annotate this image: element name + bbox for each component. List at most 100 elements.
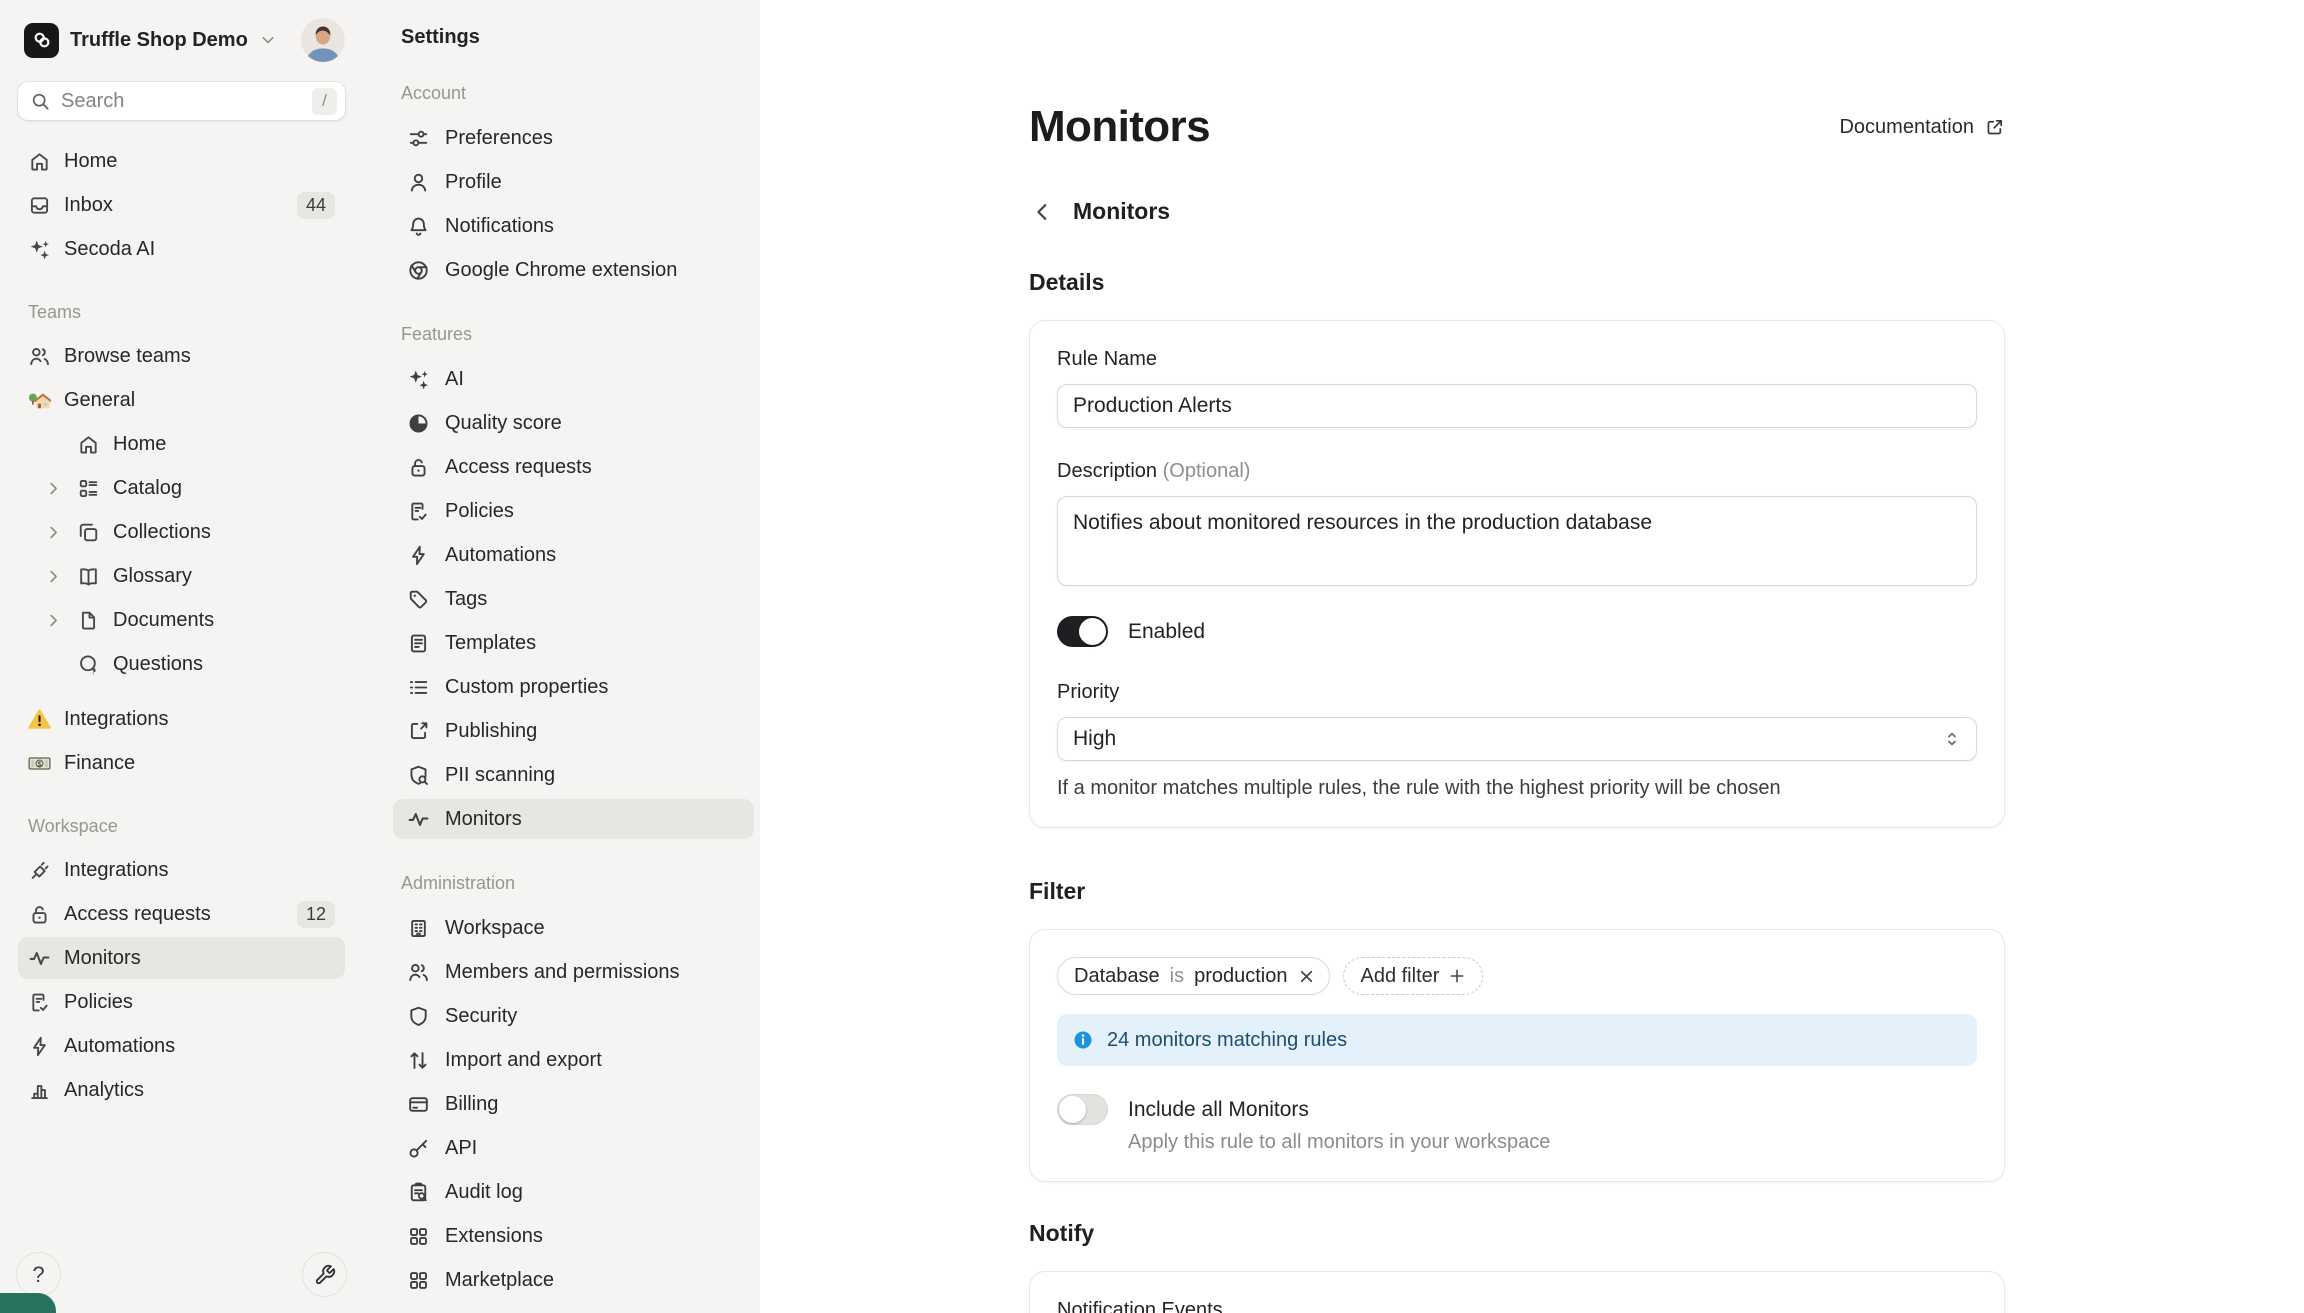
documentation-label: Documentation [1839, 116, 1974, 139]
sidebar-item[interactable]: Policies [18, 981, 345, 1023]
settings-nav-item[interactable]: Automations [393, 535, 754, 575]
item-icon [407, 720, 430, 743]
search-box[interactable]: / [18, 82, 345, 120]
settings-nav-item[interactable]: Policies [393, 491, 754, 531]
chevron-down-icon [259, 31, 277, 49]
back-button[interactable] [1029, 199, 1055, 225]
chevron-right-icon[interactable] [44, 523, 63, 542]
sidebar: Truffle Shop Demo / Home [0, 0, 363, 1313]
filter-chip[interactable]: Database is production [1057, 957, 1330, 995]
user-avatar[interactable] [301, 18, 345, 62]
settings-nav-item[interactable]: Marketplace [393, 1260, 754, 1300]
item-icon [407, 808, 430, 831]
remove-filter-button[interactable] [1297, 967, 1316, 986]
sidebar-item[interactable]: Inbox 44 [18, 184, 345, 226]
item-label: Finance [64, 752, 135, 775]
item-icon [407, 632, 430, 655]
workspace-switcher[interactable]: Truffle Shop Demo [0, 0, 363, 62]
app-root: Truffle Shop Demo / Home [0, 0, 2304, 1313]
settings-nav-item[interactable]: Members and permissions [393, 952, 754, 992]
sidebar-item[interactable]: Automations [18, 1025, 345, 1067]
description-textarea[interactable]: Notifies about monitored resources in th… [1057, 496, 1977, 586]
chat-widget-corner[interactable] [0, 1293, 56, 1313]
search-input[interactable] [61, 90, 302, 113]
sidebar-item[interactable]: Analytics [18, 1069, 345, 1111]
sidebar-item[interactable]: Browse teams [18, 335, 345, 377]
teams-section-label: Teams [28, 302, 345, 323]
rule-name-input[interactable] [1057, 384, 1977, 428]
chip-field: Database [1074, 965, 1160, 988]
item-icon [28, 194, 51, 217]
include-all-description: Apply this rule to all monitors in your … [1128, 1131, 1977, 1154]
sidebar-item[interactable]: Access requests 12 [18, 893, 345, 935]
help-button[interactable]: ? [16, 1252, 61, 1297]
sidebar-item[interactable]: Secoda AI [18, 228, 345, 270]
sidebar-item[interactable]: Integrations [18, 698, 345, 740]
sidebar-item[interactable]: Monitors [18, 937, 345, 979]
sidebar-item[interactable]: Catalog [18, 467, 345, 509]
item-icon [407, 917, 430, 940]
settings-nav-item[interactable]: Access requests [393, 447, 754, 487]
settings-nav-item[interactable]: Templates [393, 623, 754, 663]
item-icon [77, 477, 100, 500]
priority-hint: If a monitor matches multiple rules, the… [1057, 777, 1977, 800]
item-icon [28, 1035, 51, 1058]
enabled-toggle[interactable] [1057, 616, 1108, 647]
plus-icon [1448, 967, 1466, 985]
chevron-right-icon[interactable] [44, 567, 63, 586]
sidebar-item[interactable]: Home [18, 140, 345, 182]
priority-select[interactable]: High [1057, 717, 1977, 761]
settings-nav-item[interactable]: Notifications [393, 206, 754, 246]
sidebar-item[interactable]: Documents [18, 599, 345, 641]
item-icon [407, 1269, 430, 1292]
admin-tools-button[interactable] [302, 1252, 347, 1297]
settings-nav-item[interactable]: Preferences [393, 118, 754, 158]
filter-heading: Filter [1029, 878, 2005, 905]
include-all-monitors-toggle[interactable] [1057, 1094, 1108, 1125]
item-label: Home [113, 433, 166, 456]
sidebar-item[interactable]: General [18, 379, 345, 421]
settings-nav-item[interactable]: Google Chrome extension [393, 250, 754, 290]
toggle-knob [1059, 1096, 1086, 1123]
item-label: Monitors [64, 947, 141, 970]
item-label: Extensions [445, 1225, 543, 1248]
settings-nav-item[interactable]: Tags [393, 579, 754, 619]
add-filter-button[interactable]: Add filter [1343, 957, 1483, 995]
settings-nav-item[interactable]: Billing [393, 1084, 754, 1124]
settings-nav-item[interactable]: Quality score [393, 403, 754, 443]
settings-nav-item[interactable]: PII scanning [393, 755, 754, 795]
item-icon [407, 456, 430, 479]
sidebar-item[interactable]: Finance [18, 742, 345, 784]
item-label: Inbox [64, 194, 113, 217]
settings-nav-item[interactable]: AI [393, 359, 754, 399]
sidebar-item[interactable]: Home [18, 423, 345, 465]
breadcrumb: Monitors [1029, 198, 2005, 225]
item-label: Publishing [445, 720, 537, 743]
settings-nav-item[interactable]: Workspace [393, 908, 754, 948]
sidebar-item[interactable]: Collections [18, 511, 345, 553]
wrench-icon [314, 1264, 336, 1286]
chevron-right-icon[interactable] [44, 611, 63, 630]
settings-nav-item[interactable]: Monitors [393, 799, 754, 839]
settings-nav-item[interactable]: Publishing [393, 711, 754, 751]
item-icon [407, 961, 430, 984]
sidebar-item[interactable]: Questions [18, 643, 345, 685]
settings-nav-item[interactable]: Security [393, 996, 754, 1036]
settings-nav-item[interactable]: Custom properties [393, 667, 754, 707]
chevron-right-icon[interactable] [44, 479, 63, 498]
settings-nav-item[interactable]: Extensions [393, 1216, 754, 1256]
sidebar-item[interactable]: Glossary [18, 555, 345, 597]
item-icon [407, 259, 430, 282]
notify-card: Notification Events [1029, 1271, 2005, 1313]
item-icon [407, 500, 430, 523]
item-label: Catalog [113, 477, 182, 500]
settings-nav-item[interactable]: Profile [393, 162, 754, 202]
sidebar-item[interactable]: Integrations [18, 849, 345, 891]
settings-nav-item[interactable]: API [393, 1128, 754, 1168]
count-badge: 12 [297, 901, 335, 928]
item-label: Custom properties [445, 676, 608, 699]
documentation-link[interactable]: Documentation [1839, 116, 2005, 139]
settings-nav-item[interactable]: Audit log [393, 1172, 754, 1212]
settings-nav-item[interactable]: Import and export [393, 1040, 754, 1080]
item-icon [407, 127, 430, 150]
